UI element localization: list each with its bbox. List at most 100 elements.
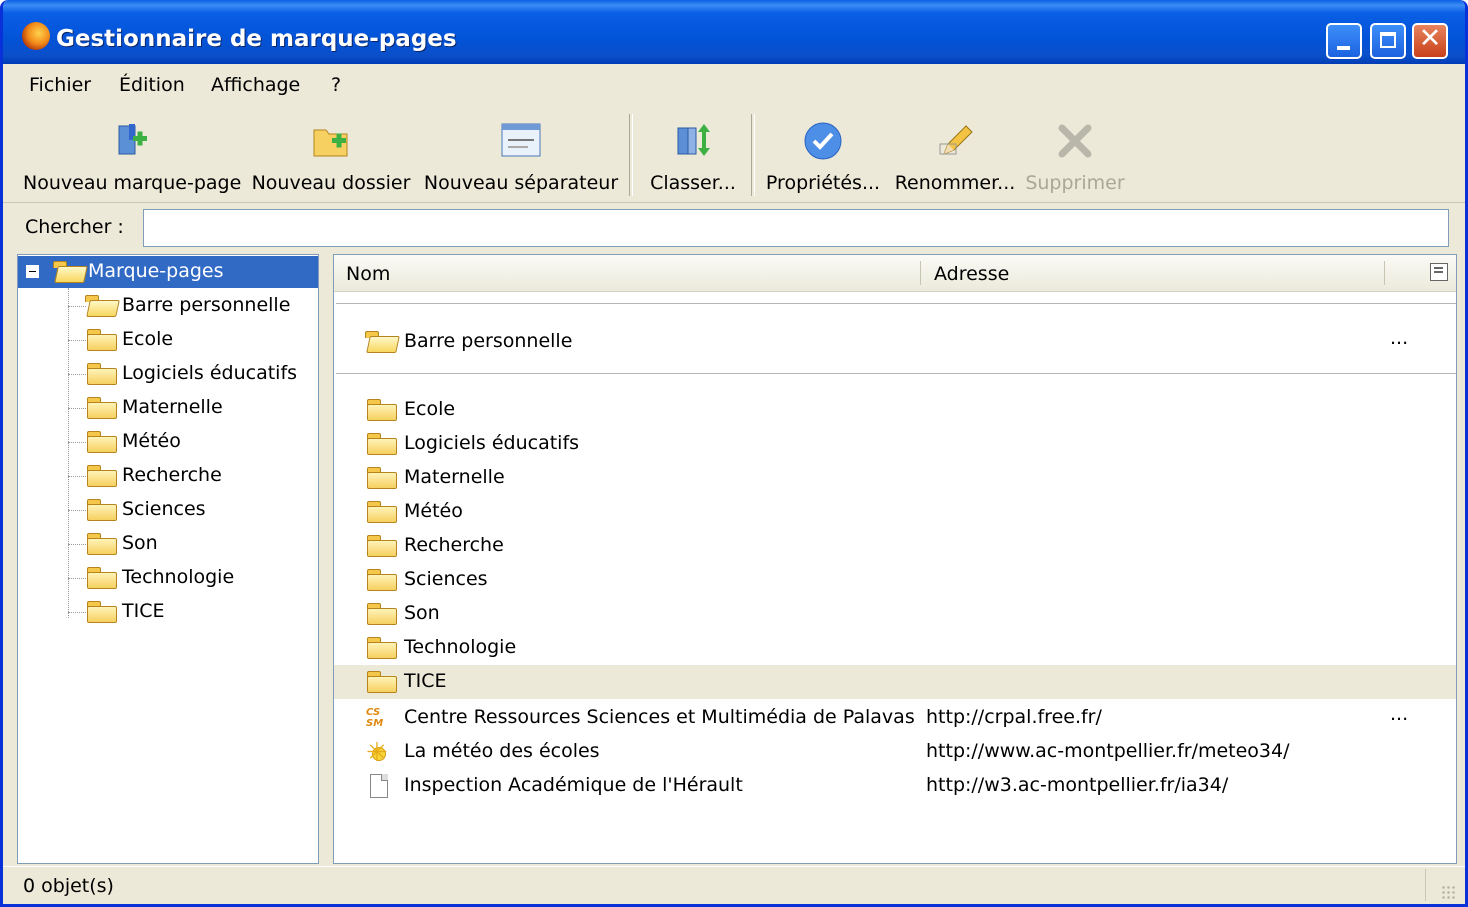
menu-fichier[interactable]: Fichier — [29, 74, 91, 96]
maximize-button[interactable] — [1370, 23, 1406, 59]
new-folder-icon — [313, 129, 348, 157]
column-address[interactable]: Adresse — [934, 263, 1009, 285]
tree-item-label: Météo — [122, 430, 181, 452]
tree-root-label: Marque-pages — [88, 260, 224, 282]
properties-label: Propriétés... — [765, 172, 881, 194]
status-text: 0 objet(s) — [23, 875, 114, 897]
list-row-folder[interactable]: Barre personnelle ... — [334, 325, 1456, 359]
row-name: Barre personnelle — [404, 330, 573, 352]
list-row-folder[interactable]: Météo — [334, 495, 1456, 529]
minimize-icon — [1337, 46, 1350, 50]
delete-x-icon — [1058, 124, 1092, 158]
separator-line — [336, 373, 1456, 374]
tree-item[interactable]: Logiciels éducatifs — [18, 357, 318, 391]
delete-button[interactable]: Supprimer — [1025, 114, 1125, 200]
maximize-icon — [1380, 32, 1396, 48]
column-divider[interactable] — [1384, 261, 1385, 285]
folder-icon — [86, 567, 118, 589]
tree-item-label: TICE — [122, 600, 165, 622]
folder-icon — [366, 501, 398, 523]
tree-item[interactable]: Technologie — [18, 561, 318, 595]
folder-icon — [86, 499, 118, 521]
row-name: Recherche — [404, 534, 504, 556]
folder-icon — [366, 467, 398, 489]
tree-item[interactable]: Météo — [18, 425, 318, 459]
firefox-icon — [22, 22, 50, 50]
folder-icon — [366, 399, 398, 421]
close-button[interactable]: ✕ — [1412, 23, 1448, 59]
title-bar[interactable]: Gestionnaire de marque-pages ✕ — [3, 0, 1465, 64]
bookmark-list[interactable]: Nom Adresse Barre personnelle ... Ecole … — [333, 254, 1457, 864]
menu-affichage[interactable]: Affichage — [211, 74, 300, 96]
toolbar: Nouveau marque-page Nouveau dossier Nouv… — [3, 108, 1465, 203]
folder-icon — [366, 433, 398, 455]
properties-button[interactable]: Propriétés... — [763, 114, 883, 200]
tree-item[interactable]: Ecole — [18, 323, 318, 357]
list-row-bookmark[interactable]: CS SM Centre Ressources Sciences et Multi… — [334, 701, 1456, 735]
list-row-folder[interactable]: Technologie — [334, 631, 1456, 665]
folder-icon — [86, 329, 118, 351]
column-picker-icon[interactable] — [1430, 263, 1448, 281]
tree-root-bookmarks[interactable]: Marque-pages — [18, 256, 318, 288]
folder-icon — [366, 637, 398, 659]
sun-icon — [366, 738, 392, 768]
rename-button[interactable]: Renommer... — [893, 114, 1017, 200]
csm-icon: CS SM — [366, 707, 384, 729]
list-row-folder-selected[interactable]: TICE — [334, 665, 1456, 699]
list-row-bookmark[interactable]: La météo des écoles http://www.ac-montpe… — [334, 735, 1456, 769]
list-row-folder[interactable]: Sciences — [334, 563, 1456, 597]
folder-icon — [86, 533, 118, 555]
new-folder-button[interactable]: Nouveau dossier — [251, 114, 411, 200]
toolbar-separator — [629, 114, 633, 196]
collapse-icon[interactable] — [26, 265, 39, 278]
list-row-folder[interactable]: Ecole — [334, 393, 1456, 427]
tree-item-label: Sciences — [122, 498, 206, 520]
folder-icon — [366, 569, 398, 591]
open-folder-icon — [364, 331, 396, 353]
list-row-folder[interactable]: Logiciels éducatifs — [334, 427, 1456, 461]
pencil-icon — [939, 125, 973, 155]
folder-icon — [366, 603, 398, 625]
minimize-button[interactable] — [1326, 23, 1362, 59]
tree-item[interactable]: TICE — [18, 595, 318, 629]
menu-bar: Fichier Édition Affichage ? — [3, 64, 1465, 109]
resize-grip-icon[interactable] — [1441, 885, 1457, 901]
menu-edition[interactable]: Édition — [119, 74, 185, 96]
column-name[interactable]: Nom — [346, 263, 390, 285]
search-input[interactable] — [143, 209, 1449, 247]
list-row-folder[interactable]: Maternelle — [334, 461, 1456, 495]
tree-item[interactable]: Maternelle — [18, 391, 318, 425]
row-name: Météo — [404, 500, 463, 522]
pane-splitter[interactable] — [319, 254, 333, 864]
tree-item[interactable]: Sciences — [18, 493, 318, 527]
new-separator-label: Nouveau séparateur — [423, 172, 619, 194]
sort-button[interactable]: Classer... — [643, 114, 743, 200]
list-header: Nom Adresse — [334, 255, 1456, 292]
new-bookmark-button[interactable]: Nouveau marque-page — [23, 114, 241, 200]
separator-line — [336, 303, 1456, 304]
row-name: Centre Ressources Sciences et Multimédia… — [404, 706, 915, 728]
tree-item-label: Technologie — [122, 566, 235, 588]
folder-icon — [86, 431, 118, 453]
tree-item[interactable]: Son — [18, 527, 318, 561]
status-bar: 0 objet(s) — [3, 866, 1465, 904]
list-row-folder[interactable]: Son — [334, 597, 1456, 631]
tree-item[interactable]: Barre personnelle — [18, 289, 318, 323]
folder-icon — [366, 671, 398, 693]
list-row-bookmark[interactable]: Inspection Académique de l'Hérault http:… — [334, 769, 1456, 803]
new-separator-button[interactable]: Nouveau séparateur — [423, 114, 619, 200]
menu-help[interactable]: ? — [331, 74, 341, 96]
search-label: Chercher : — [25, 216, 124, 238]
search-row: Chercher : — [3, 204, 1465, 252]
column-divider[interactable] — [920, 261, 921, 285]
close-icon: ✕ — [1418, 23, 1442, 54]
row-name: Sciences — [404, 568, 488, 590]
row-name: Technologie — [404, 636, 517, 658]
folder-tree[interactable]: Marque-pages Barre personnelle Ecole Log… — [17, 254, 319, 864]
new-folder-label: Nouveau dossier — [251, 172, 411, 194]
list-row-folder[interactable]: Recherche — [334, 529, 1456, 563]
tree-item-label: Recherche — [122, 464, 222, 486]
row-address: http://crpal.free.fr/ — [926, 706, 1102, 728]
tree-item[interactable]: Recherche — [18, 459, 318, 493]
row-name: Inspection Académique de l'Hérault — [404, 774, 743, 796]
